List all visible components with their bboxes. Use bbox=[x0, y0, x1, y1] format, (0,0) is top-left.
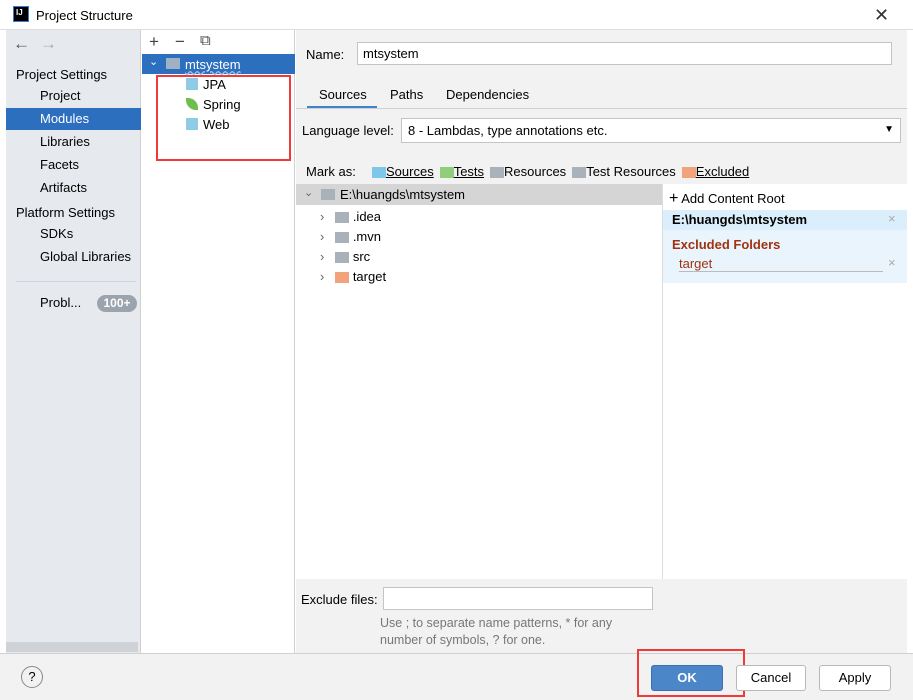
sidebar-item-libraries[interactable]: Libraries bbox=[6, 131, 141, 153]
mark-resources-button[interactable]: Resources bbox=[490, 164, 566, 179]
tree-root-label: E:\huangds\mtsystem bbox=[340, 187, 465, 202]
module-folder-icon bbox=[166, 58, 180, 69]
folder-list: › .idea › .mvn › src › target bbox=[320, 207, 386, 287]
apply-button[interactable]: Apply bbox=[819, 665, 891, 691]
facet-web[interactable]: Web bbox=[203, 117, 230, 132]
module-name: mtsystem bbox=[185, 57, 241, 72]
exclude-files-label: Exclude files: bbox=[301, 592, 378, 607]
folder-icon bbox=[321, 189, 335, 200]
facet-jpa[interactable]: JPA bbox=[203, 77, 226, 92]
remove-root-icon[interactable]: × bbox=[888, 211, 896, 226]
mark-as-label: Mark as: bbox=[306, 164, 356, 179]
sidebar-item-facets[interactable]: Facets bbox=[6, 154, 141, 176]
intellij-logo-icon: IJ bbox=[13, 6, 29, 22]
content-root-path: E:\huangds\mtsystem bbox=[672, 212, 808, 227]
chevron-down-icon: ⌄ bbox=[304, 187, 314, 199]
mark-tests-button[interactable]: Tests bbox=[439, 164, 484, 179]
copy-icon[interactable]: ⧉ bbox=[200, 32, 211, 49]
name-field[interactable]: mtsystem bbox=[357, 42, 892, 65]
mark-test-resources-button[interactable]: Test Resources bbox=[572, 164, 676, 179]
dropdown-arrow-icon: ▼ bbox=[884, 124, 894, 135]
remove-icon[interactable]: − bbox=[175, 32, 185, 52]
problems-count-badge: 100+ bbox=[97, 295, 137, 312]
excluded-folder-item[interactable]: target bbox=[679, 256, 883, 272]
close-icon[interactable]: ✕ bbox=[874, 5, 889, 26]
module-row[interactable]: ⌄ mtsystem bbox=[142, 54, 295, 74]
tree-item[interactable]: › .mvn bbox=[320, 227, 386, 247]
tree-root-row[interactable]: ⌄ E:\huangds\mtsystem bbox=[296, 184, 662, 205]
exclude-files-hint: Use ; to separate name patterns, * for a… bbox=[380, 616, 613, 647]
project-settings-header: Project Settings bbox=[16, 67, 108, 82]
tab-sources[interactable]: Sources bbox=[319, 87, 367, 102]
mark-excluded-button[interactable]: Excluded bbox=[681, 164, 749, 179]
title-bar bbox=[0, 0, 913, 30]
tab-paths[interactable]: Paths bbox=[390, 87, 423, 102]
add-content-root-button[interactable]: + Add Content Root bbox=[669, 190, 785, 208]
excluded-folders-title: Excluded Folders bbox=[672, 237, 781, 252]
language-level-select[interactable]: 8 - Lambdas, type annotations etc. ▼ bbox=[401, 118, 901, 143]
exclude-files-input[interactable] bbox=[383, 587, 653, 610]
cancel-button[interactable]: Cancel bbox=[736, 665, 806, 691]
back-arrow-icon[interactable]: ← bbox=[13, 34, 30, 54]
window-title: Project Structure bbox=[36, 8, 133, 23]
language-level-label: Language level: bbox=[302, 123, 394, 138]
divider bbox=[16, 281, 136, 282]
sidebar-item-modules[interactable]: Modules bbox=[6, 108, 141, 130]
mark-sources-button[interactable]: Sources bbox=[372, 164, 434, 179]
sidebar-item-project[interactable]: Project bbox=[6, 85, 141, 107]
language-level-value: 8 - Lambdas, type annotations etc. bbox=[408, 123, 608, 138]
platform-settings-header: Platform Settings bbox=[16, 205, 115, 220]
highlight-box bbox=[637, 649, 745, 697]
name-label: Name: bbox=[306, 47, 345, 62]
remove-excluded-icon[interactable]: × bbox=[888, 255, 896, 270]
chevron-down-icon: ⌄ bbox=[149, 56, 159, 68]
scrollbar[interactable] bbox=[6, 642, 138, 652]
tab-dependencies[interactable]: Dependencies bbox=[446, 87, 529, 102]
tree-item[interactable]: › src bbox=[320, 247, 386, 267]
sidebar-item-global-libraries[interactable]: Global Libraries bbox=[6, 246, 141, 268]
facet-spring[interactable]: Spring bbox=[203, 97, 241, 112]
sidebar-item-sdks[interactable]: SDKs bbox=[6, 223, 141, 245]
tree-item[interactable]: › .idea bbox=[320, 207, 386, 227]
web-icon bbox=[186, 118, 198, 130]
mark-as-buttons: Sources Tests Resources Test Resources E… bbox=[372, 164, 749, 179]
add-icon[interactable]: + bbox=[149, 32, 159, 52]
tree-item[interactable]: › target bbox=[320, 267, 386, 287]
help-button[interactable]: ? bbox=[21, 666, 43, 688]
sidebar-item-artifacts[interactable]: Artifacts bbox=[6, 177, 141, 199]
jpa-icon bbox=[186, 78, 198, 90]
forward-arrow-icon[interactable]: → bbox=[40, 34, 57, 54]
